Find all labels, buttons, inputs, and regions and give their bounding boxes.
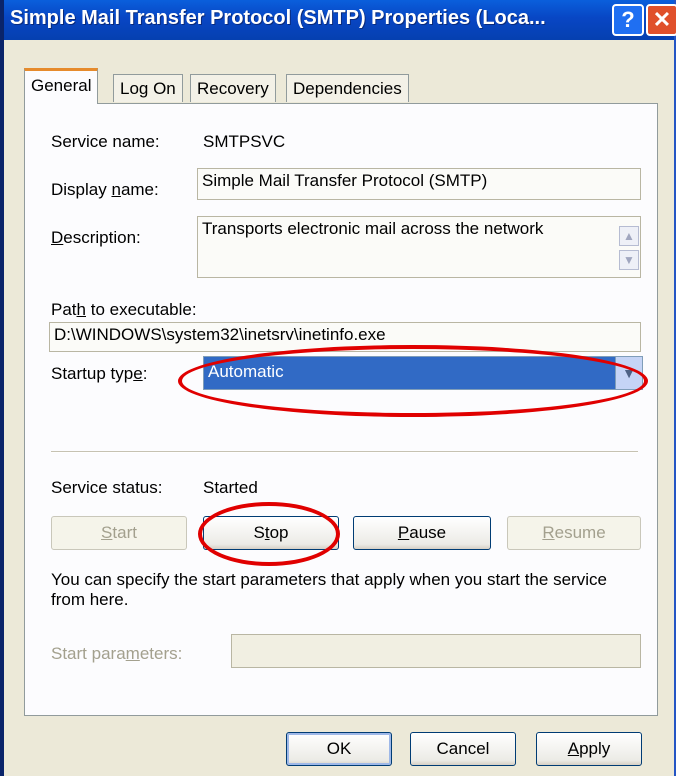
general-tab-panel: Service name: SMTPSVC Display name: Simp… [24, 103, 658, 716]
cancel-button[interactable]: Cancel [410, 732, 516, 766]
startup-type-select[interactable]: Automatic ▼ [203, 356, 643, 390]
scroll-down-icon[interactable]: ▼ [619, 250, 639, 270]
apply-button[interactable]: Apply [536, 732, 642, 766]
service-status-value: Started [203, 478, 258, 497]
stop-button[interactable]: Stop [203, 516, 339, 550]
description-field[interactable]: Transports electronic mail across the ne… [197, 216, 641, 278]
tab-general[interactable]: General [24, 68, 99, 104]
tab-dependencies[interactable]: Dependencies [286, 74, 409, 102]
resume-button[interactable]: Resume [507, 516, 641, 550]
start-parameters-label: Start parameters: [51, 644, 183, 663]
ok-button[interactable]: OK [286, 732, 392, 766]
startup-type-label: Startup type: [51, 364, 148, 383]
pause-button[interactable]: Pause [353, 516, 491, 550]
path-field[interactable]: D:\WINDOWS\system32\inetsrv\inetinfo.exe [49, 322, 641, 352]
display-name-field[interactable]: Simple Mail Transfer Protocol (SMTP) [197, 168, 641, 200]
scroll-up-icon[interactable]: ▲ [619, 226, 639, 246]
display-name-label: Display name: [51, 180, 159, 199]
start-parameters-input[interactable] [231, 634, 641, 668]
close-button[interactable]: ✕ [646, 4, 676, 36]
path-label: Path to executable: [51, 300, 197, 319]
tab-recovery[interactable]: Recovery [190, 74, 276, 102]
service-name-value: SMTPSVC [203, 132, 286, 151]
start-button[interactable]: Start [51, 516, 187, 550]
startup-type-value: Automatic [208, 362, 284, 381]
service-name-label: Service name: [51, 132, 160, 151]
help-button[interactable]: ? [612, 4, 644, 36]
description-label: Description: [51, 228, 141, 247]
hint-text: You can specify the start parameters tha… [51, 570, 607, 609]
tab-log-on[interactable]: Log On [113, 74, 183, 102]
chevron-down-icon[interactable]: ▼ [615, 357, 642, 389]
service-status-label: Service status: [51, 478, 163, 497]
window-title: Simple Mail Transfer Protocol (SMTP) Pro… [10, 7, 546, 29]
title-bar[interactable]: Simple Mail Transfer Protocol (SMTP) Pro… [4, 0, 676, 40]
divider [51, 451, 638, 453]
